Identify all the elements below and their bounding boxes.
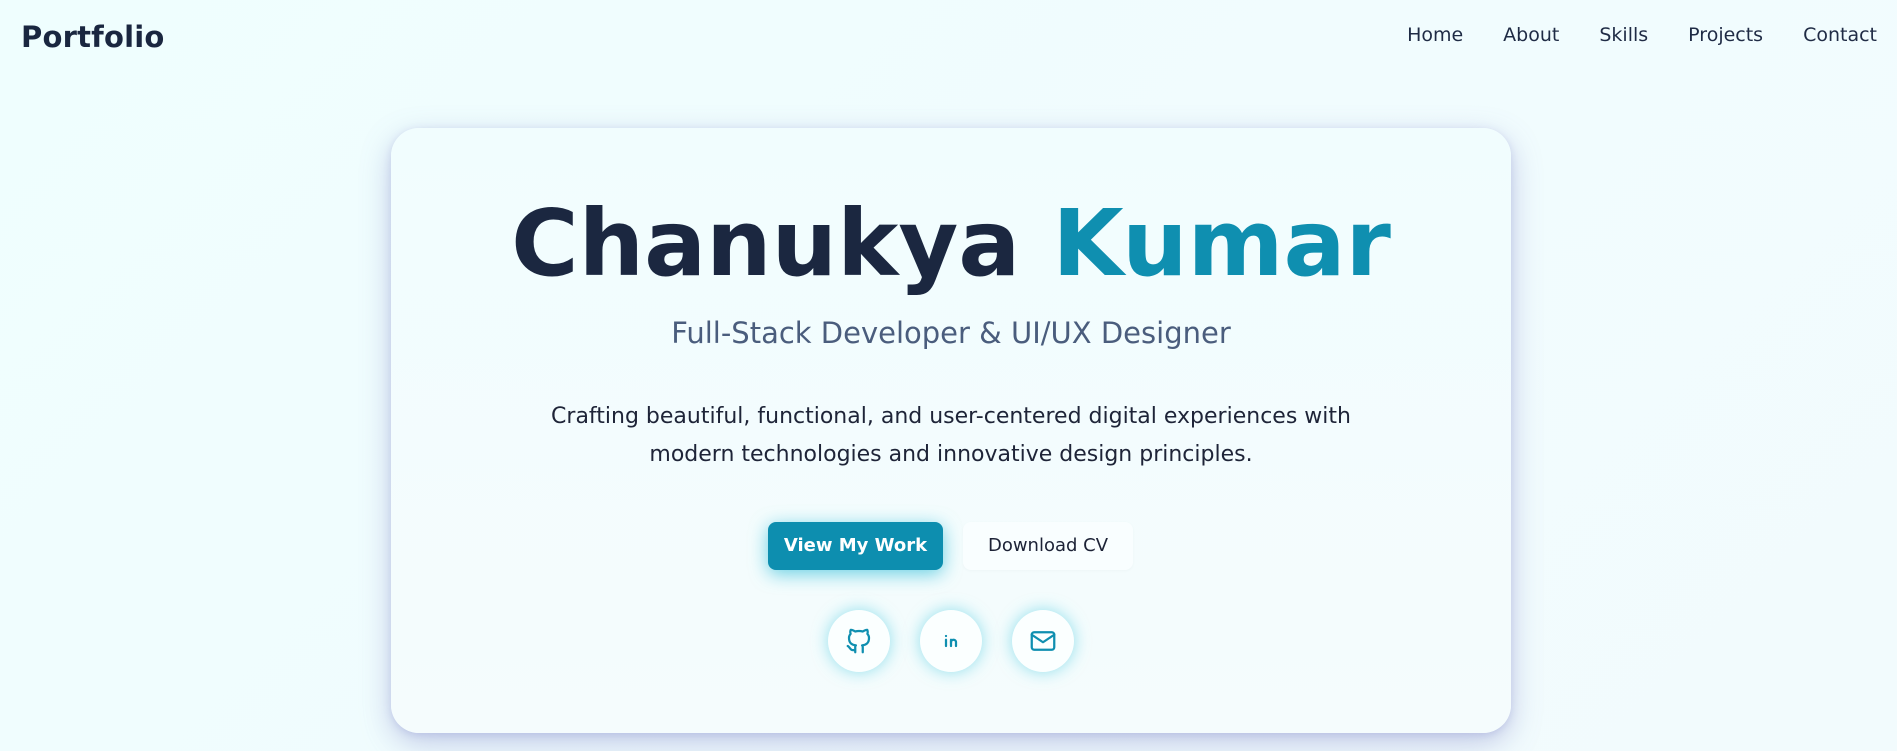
github-link[interactable] — [828, 610, 890, 672]
view-my-work-button[interactable]: View My Work — [768, 522, 943, 570]
top-navigation-bar: Portfolio Home About Skills Projects Con… — [0, 0, 1897, 78]
hero-last-name: Kumar — [1052, 190, 1391, 297]
download-cv-button[interactable]: Download CV — [963, 522, 1133, 570]
main-nav: Home About Skills Projects Contact — [1367, 24, 1877, 46]
brand-logo-text[interactable]: Portfolio — [21, 20, 165, 54]
nav-item-skills[interactable]: Skills — [1599, 24, 1648, 46]
hero-card: Chanukya Kumar Full-Stack Developer & UI… — [391, 128, 1511, 733]
mail-icon — [1030, 631, 1056, 651]
linkedin-link[interactable] — [920, 610, 982, 672]
hero-subtitle: Full-Stack Developer & UI/UX Designer — [671, 316, 1231, 350]
hero-description: Crafting beautiful, functional, and user… — [551, 404, 1351, 467]
linkedin-icon — [944, 634, 958, 648]
github-icon — [846, 628, 871, 654]
nav-item-projects[interactable]: Projects — [1688, 24, 1763, 46]
hero-name-heading: Chanukya Kumar — [391, 188, 1511, 300]
hero-first-name: Chanukya — [511, 190, 1021, 297]
nav-item-home[interactable]: Home — [1407, 24, 1463, 46]
nav-item-contact[interactable]: Contact — [1803, 24, 1877, 46]
email-link[interactable] — [1012, 610, 1074, 672]
nav-item-about[interactable]: About — [1503, 24, 1559, 46]
